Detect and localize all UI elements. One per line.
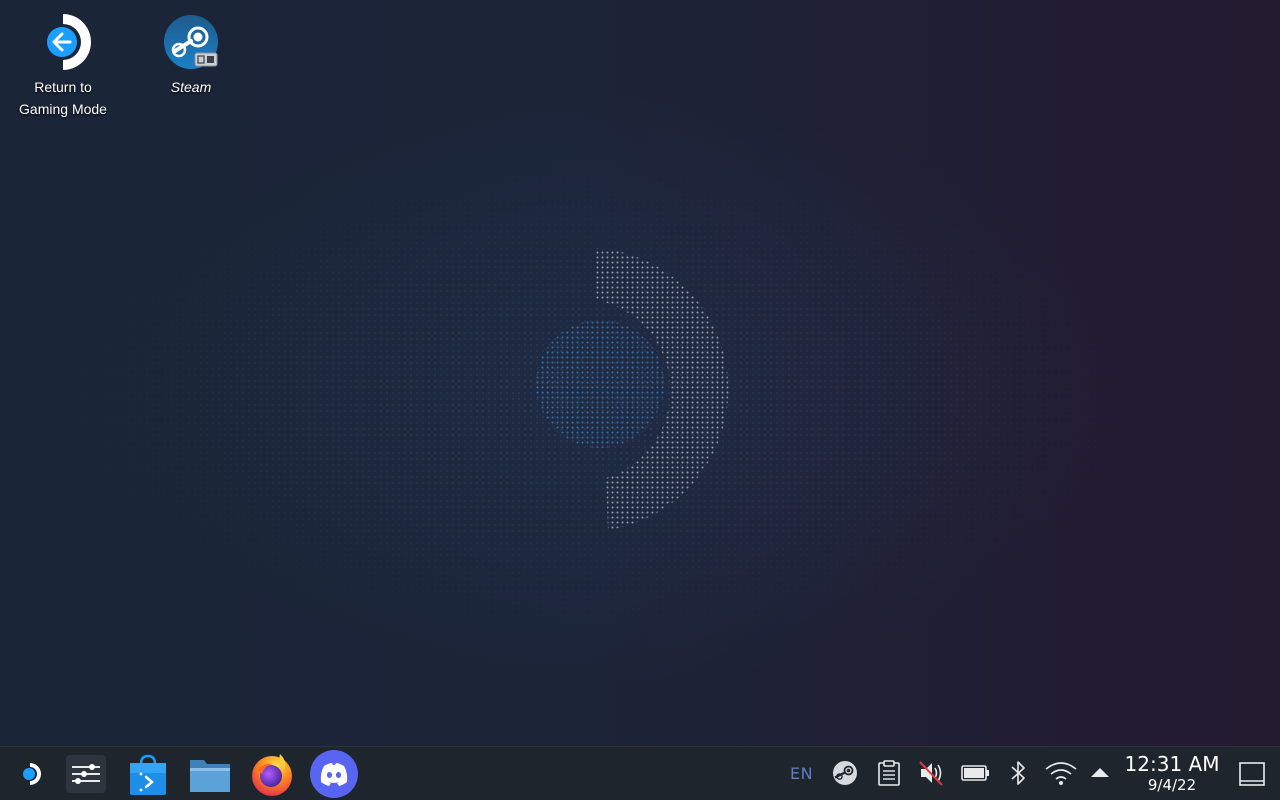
desktop: Return to Gaming Mode Steam (0, 0, 1280, 746)
desktop-icon-return-to-gaming-mode[interactable]: Return to Gaming Mode (8, 10, 118, 120)
desktop-icon-steam[interactable]: Steam (136, 10, 246, 98)
steamos-launcher-button[interactable] (6, 750, 54, 798)
discover-store-icon (130, 754, 166, 795)
discord-icon (310, 750, 358, 798)
taskbar-app-files[interactable] (186, 750, 234, 798)
taskbar-app-system-settings[interactable] (62, 750, 110, 798)
taskbar-app-firefox[interactable] (248, 750, 296, 798)
volume-muted-icon[interactable] (917, 759, 945, 789)
steam-icon (159, 10, 223, 74)
show-desktop-icon (1239, 762, 1265, 786)
wifi-icon[interactable] (1044, 759, 1078, 789)
desktop-icon-label: Steam (170, 79, 212, 95)
digital-clock[interactable]: 12:31 AM 9/4/22 (1122, 751, 1222, 793)
steam-tray-icon[interactable] (831, 759, 859, 789)
clock-time: 12:31 AM (1124, 752, 1220, 776)
keyboard-layout-indicator[interactable]: EN (790, 764, 813, 794)
show-desktop-button[interactable] (1238, 760, 1266, 790)
bluetooth-icon[interactable] (1007, 759, 1029, 789)
steam-deck-logo-wallpaper (536, 248, 729, 530)
taskbar: EN 12:31 AM 9/4/22 (0, 746, 1280, 800)
desktop-icon-label: Return to Gaming Mode (19, 79, 107, 117)
return-arrow-icon (31, 10, 95, 74)
clipboard-icon[interactable] (876, 759, 902, 789)
settings-sliders-icon (66, 755, 106, 793)
taskbar-app-discover[interactable] (124, 750, 172, 798)
taskbar-app-discord[interactable] (310, 750, 358, 798)
clock-date: 9/4/22 (1147, 776, 1197, 794)
steamos-launcher-icon (23, 763, 41, 785)
expand-tray-icon[interactable] (1088, 759, 1112, 789)
folder-icon (190, 760, 230, 792)
battery-icon[interactable] (960, 759, 990, 789)
firefox-icon (252, 754, 292, 796)
